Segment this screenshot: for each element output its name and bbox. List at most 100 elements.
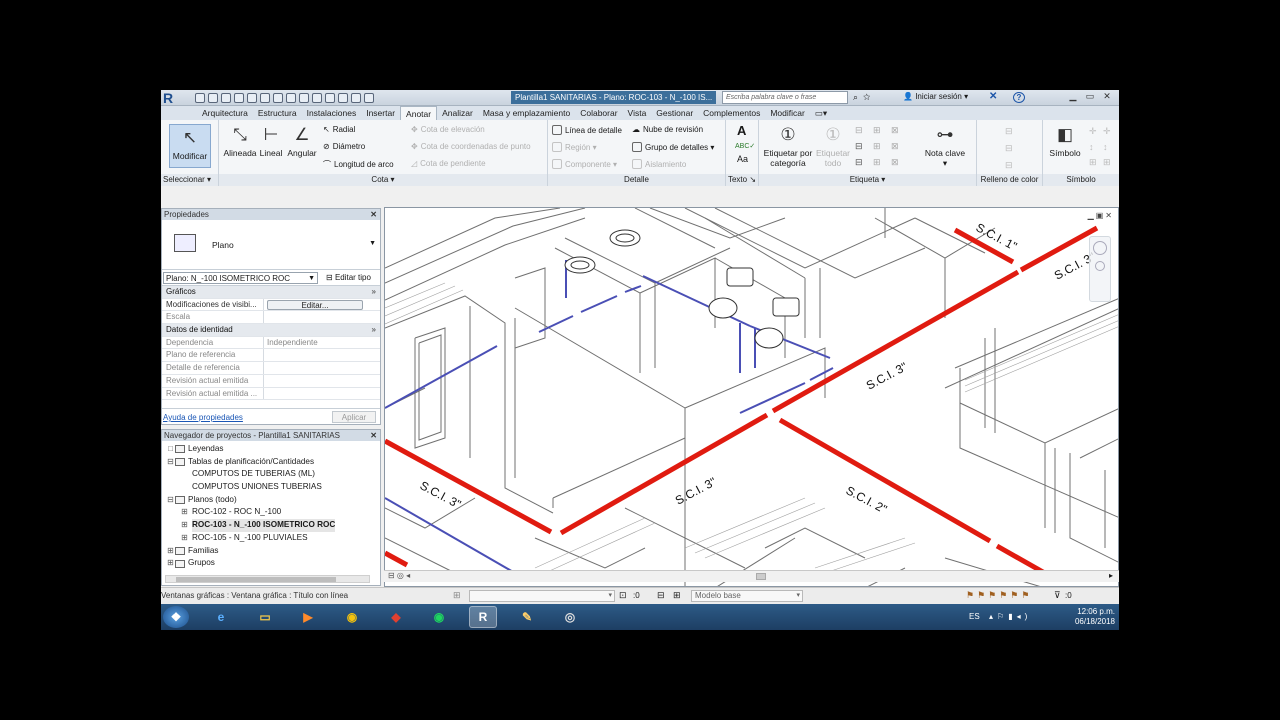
tab-modificar[interactable]: Modificar	[765, 106, 809, 120]
tab-gestionar[interactable]: Gestionar	[651, 106, 698, 120]
beam-annotation-icon[interactable]: ⊟	[855, 125, 869, 137]
nube-revision-button[interactable]: ☁ Nube de revisión	[632, 125, 703, 134]
property-value[interactable]: Independiente	[264, 337, 380, 349]
cota-coordenadas-button[interactable]: ✥ Cota de coordenadas de punto	[411, 142, 531, 151]
alineada-button[interactable]: ⤡ Alineada	[223, 124, 257, 158]
undo-icon[interactable]	[234, 93, 244, 103]
editing-requests-icon[interactable]: ⊡	[619, 590, 627, 601]
longitud-arco-button[interactable]: ⌒ Longitud de arco	[323, 159, 394, 170]
duct-legend-icon[interactable]: ⊟	[1005, 143, 1013, 154]
color-fill-legend-icon[interactable]: ⊟	[1005, 126, 1013, 137]
chrome-icon[interactable]: ◉	[338, 606, 366, 628]
dimension-icon[interactable]	[286, 93, 296, 103]
property-value[interactable]	[264, 349, 380, 361]
help-link[interactable]: Ayuda de propiedades	[163, 413, 243, 422]
apply-button[interactable]: Aplicar	[332, 411, 376, 423]
expand-toggle-icon[interactable]: ⊞	[166, 557, 175, 570]
property-value[interactable]	[264, 375, 380, 387]
expand-toggle-icon[interactable]: ⊟	[166, 456, 175, 469]
tab-insertar[interactable]: Insertar	[361, 106, 400, 120]
tree-node[interactable]: COMPUTOS DE TUBERIAS (ML)	[162, 468, 380, 481]
spelling-icon[interactable]: ABC✓	[735, 142, 755, 150]
ribbon-toggle-icon[interactable]: ▭▾	[810, 106, 832, 120]
diametro-button[interactable]: ⊘ Diámetro	[323, 142, 365, 151]
sink-fixture[interactable]	[564, 256, 596, 274]
exchange-apps-icon[interactable]: ✕	[989, 91, 997, 102]
redo-icon[interactable]	[247, 93, 257, 103]
tab-colaborar[interactable]: Colaborar	[575, 106, 622, 120]
region-button[interactable]: Región ▾	[552, 142, 597, 152]
aislamiento-button[interactable]: Aislamiento	[632, 159, 686, 169]
measure-icon[interactable]	[273, 93, 283, 103]
etiquetar-todo-button[interactable]: ① Etiquetar todo	[813, 124, 853, 168]
view-control-icons[interactable]: ⊟ ◎ ◂	[388, 571, 410, 580]
tab-estructura[interactable]: Estructura	[253, 106, 302, 120]
pipe-label[interactable]: S.C.I. 3"	[673, 474, 719, 507]
start-button[interactable]: ❖	[163, 606, 189, 628]
simbolo-button[interactable]: ◧ Símbolo	[1045, 124, 1085, 158]
selection-options-icons[interactable]: ⚑⚑⚑⚑⚑⚑	[966, 590, 1032, 601]
infocenter-icons[interactable]: ⌕☆	[853, 92, 875, 103]
todoist-icon[interactable]: ◆	[382, 606, 410, 628]
lineal-button[interactable]: ⊢ Lineal	[257, 124, 285, 158]
area-reinf-icon[interactable]: ✛	[1103, 126, 1115, 137]
save-icon[interactable]	[208, 93, 218, 103]
collapse-icon[interactable]: »	[264, 286, 380, 298]
beam-symbol-icon[interactable]: ⊞	[1103, 157, 1115, 168]
tree-node[interactable]: ⊟ Planos (todo)	[162, 494, 380, 507]
text-icon[interactable]	[299, 93, 309, 103]
close-icon[interactable]: ✕	[370, 209, 377, 220]
workset-dropdown[interactable]: ▾	[469, 590, 615, 602]
view-selector[interactable]: Plano: N_-100 ISOMETRICO ROC ▼	[163, 272, 318, 284]
print-icon[interactable]	[260, 93, 270, 103]
tab-masa-y-emplazamiento[interactable]: Masa y emplazamiento	[478, 106, 575, 120]
tab-instalaciones[interactable]: Instalaciones	[302, 106, 362, 120]
view-ref-icon[interactable]: ⊟	[855, 157, 869, 169]
property-value[interactable]	[264, 388, 380, 400]
filter-icon[interactable]: ⊽	[1054, 590, 1061, 601]
linea-detalle-button[interactable]: Línea de detalle	[552, 125, 622, 135]
tree-node[interactable]: ⊞ ROC-103 - N_-100 ISOMETRICO ROC	[162, 519, 380, 532]
tab-analizar[interactable]: Analizar	[437, 106, 478, 120]
design-options-dropdown[interactable]: Modelo base ▾	[691, 590, 803, 602]
language-indicator[interactable]: ES	[969, 612, 980, 621]
property-value[interactable]	[264, 311, 380, 323]
property-section[interactable]: Datos de identidad »	[162, 324, 380, 337]
internet-explorer-icon[interactable]: e	[207, 606, 235, 628]
clock[interactable]: 12:06 p.m. 06/18/2018	[1075, 607, 1115, 627]
thin-lines-icon[interactable]	[338, 93, 348, 103]
sync-icon[interactable]	[221, 93, 231, 103]
pipe-label[interactable]: S.C.I. 3"	[864, 359, 910, 392]
area-tag-icon[interactable]: ⊟	[855, 141, 869, 153]
obs-icon[interactable]: ◎	[556, 606, 584, 628]
path-reinf-icon[interactable]: ↕	[1089, 142, 1101, 152]
sink-fixture[interactable]	[609, 229, 641, 247]
find-replace-icon[interactable]: Aa	[737, 154, 748, 164]
edit-type-button[interactable]: ⊟ Editar tipo	[326, 273, 371, 282]
expand-toggle-icon[interactable]: ⊞	[180, 519, 189, 532]
tree-node[interactable]: ⊞ ROC-105 - N_-100 PLUVIALES	[162, 532, 380, 545]
tree-node[interactable]: □ Leyendas	[162, 443, 380, 456]
tray-icons[interactable]: ▴⚐▮◂)	[989, 612, 1031, 621]
login-button[interactable]: 👤 Iniciar sesión ▾	[903, 92, 968, 101]
zoom-icon[interactable]	[1095, 261, 1105, 271]
scroll-right-icon[interactable]: ▸	[1109, 571, 1113, 580]
type-selector[interactable]: Plano ▼	[162, 220, 380, 270]
tread-number-icon[interactable]: ⊞	[873, 157, 887, 169]
tree-node[interactable]: ⊞ ROC-102 - ROC N_-100	[162, 506, 380, 519]
componente-button[interactable]: Componente ▾	[552, 159, 617, 169]
horizontal-scrollbar[interactable]	[165, 575, 370, 583]
toilet-bowl[interactable]	[708, 297, 738, 319]
close-icon[interactable]: ✕	[1099, 91, 1115, 103]
expand-toggle-icon[interactable]: ⊞	[180, 506, 189, 519]
design-options-icon[interactable]: ⊟	[657, 590, 665, 601]
stair-path-icon[interactable]: ⊞	[1089, 157, 1101, 168]
room-tag-icon[interactable]: ⊞	[873, 141, 887, 153]
horizontal-scroll-thumb[interactable]	[756, 573, 766, 580]
seleccionar-label[interactable]: Seleccionar ▾	[161, 174, 218, 186]
cota-elevacion-button[interactable]: ✥ Cota de elevación	[411, 125, 485, 134]
worksets-icon[interactable]: ⊞	[453, 590, 461, 601]
space-tag-icon[interactable]: ⊠	[891, 141, 905, 153]
close-hidden-icon[interactable]	[351, 93, 361, 103]
pipe-label[interactable]: S.C.I. 3"	[418, 478, 464, 511]
